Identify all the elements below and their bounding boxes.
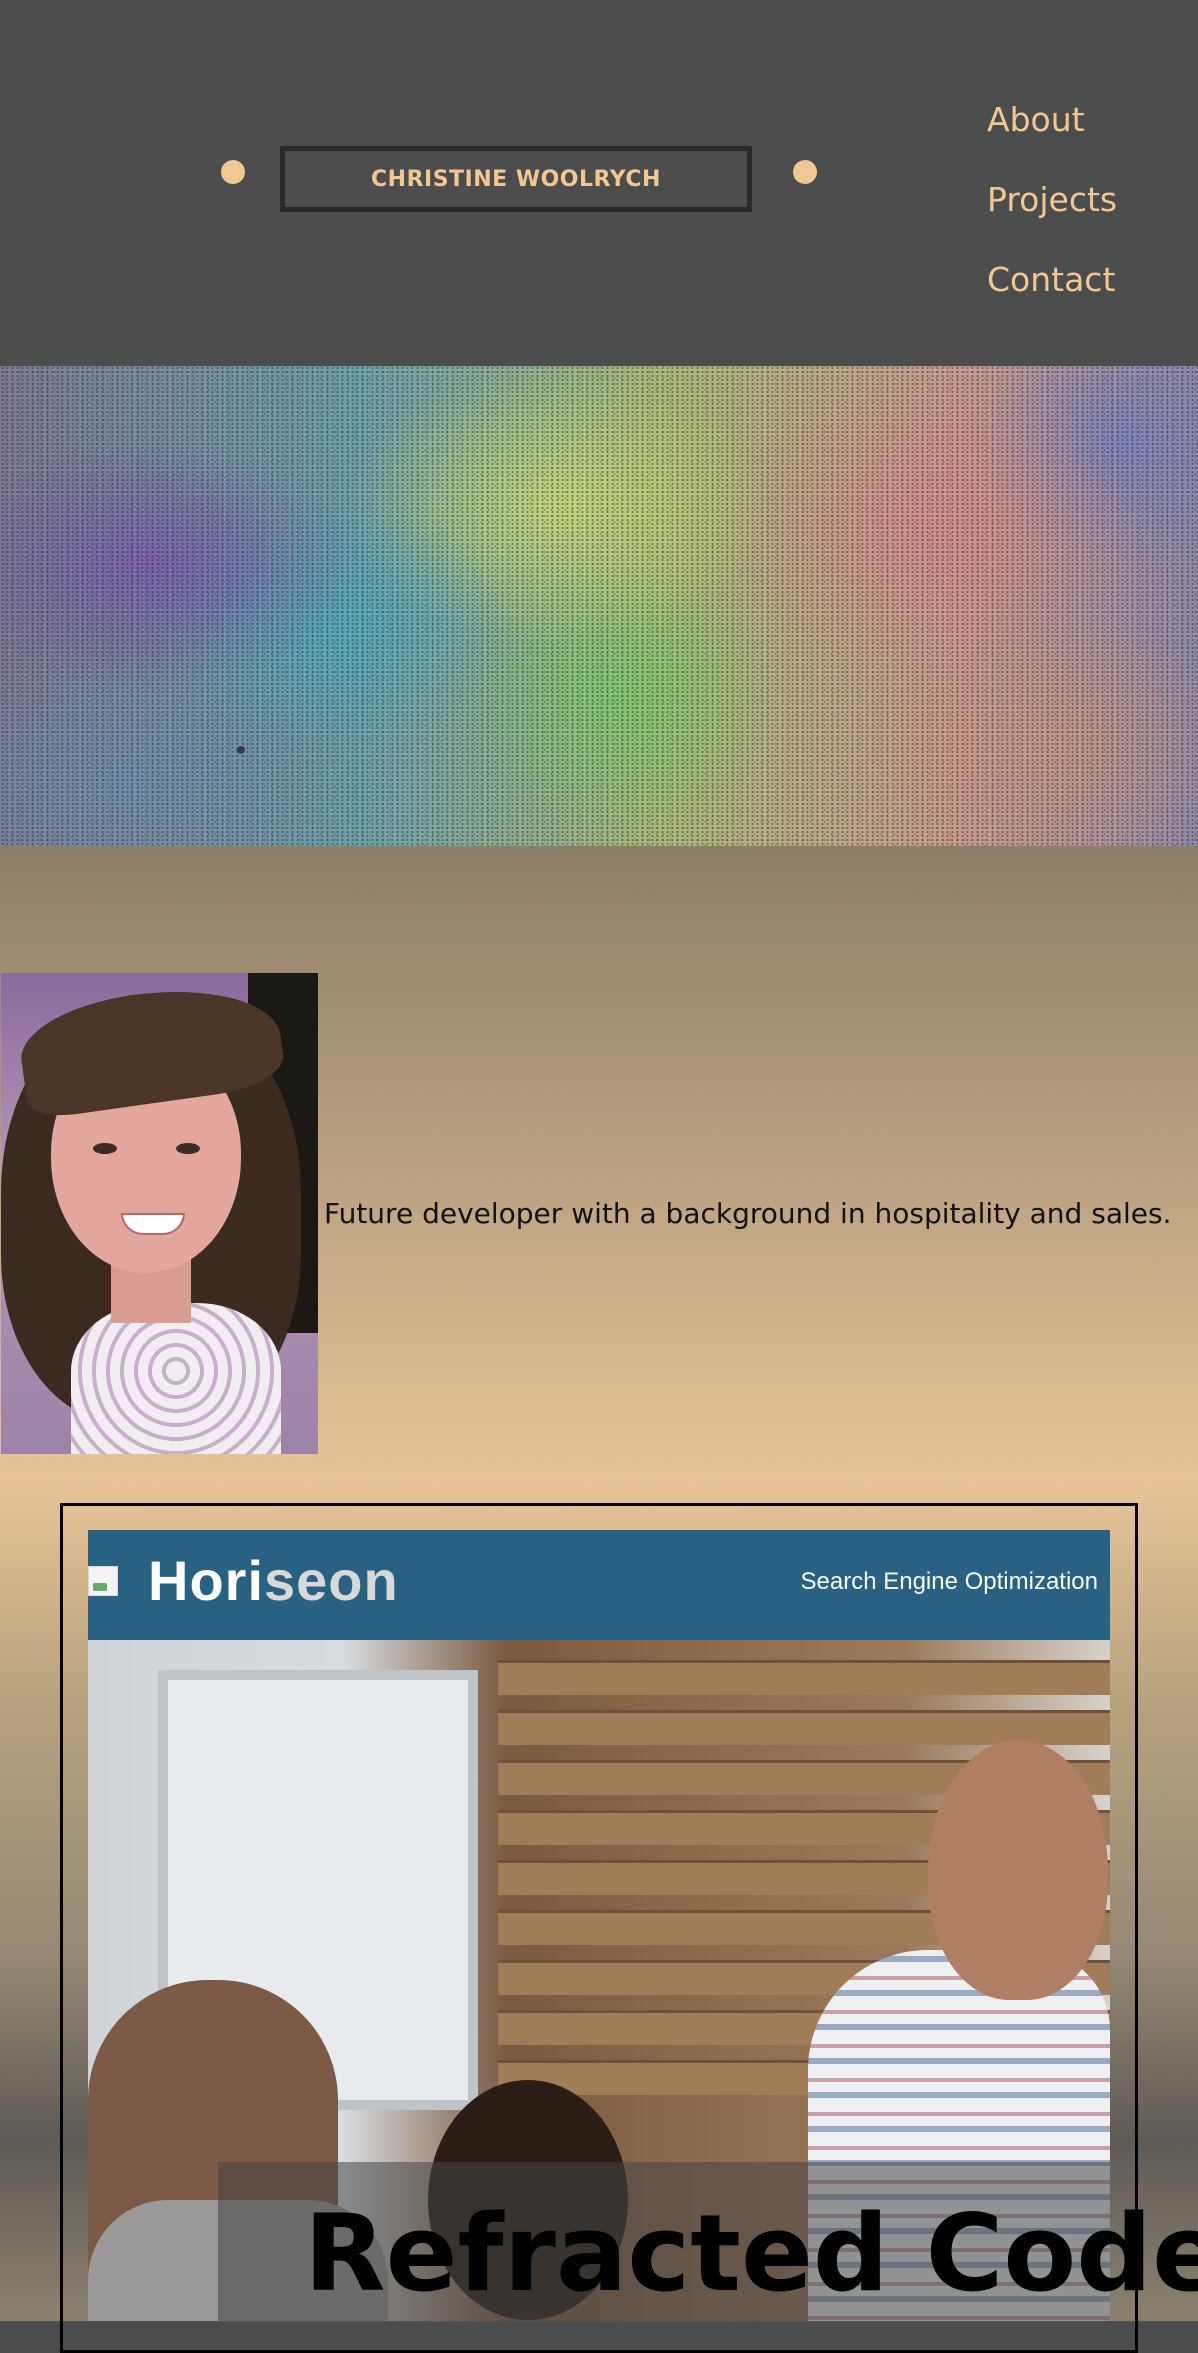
profile-photo (1, 973, 318, 1454)
nav-link-about[interactable]: About (987, 80, 1117, 160)
screenshot-header: Horiseon Search Engine Optimization (88, 1530, 1110, 1640)
decorative-dot-left (221, 160, 245, 184)
main-nav: About Projects Contact (987, 80, 1117, 320)
about-section: Future developer with a background in ho… (0, 973, 1198, 1455)
hero-banner-image (0, 366, 1198, 846)
nav-link-projects[interactable]: Projects (987, 160, 1117, 240)
site-brand[interactable]: CHRISTINE WOOLRYCH (280, 146, 752, 212)
project-title[interactable]: Refracted Code (304, 2186, 1198, 2321)
hero-texture (0, 366, 1198, 846)
decorative-dot-right (793, 160, 817, 184)
hero-speck (237, 746, 245, 754)
brand-name: CHRISTINE WOOLRYCH (371, 166, 661, 192)
screenshot-tagline: Search Engine Optimization (800, 1568, 1099, 1595)
broken-image-icon (88, 1566, 118, 1596)
bio-text: Future developer with a background in ho… (324, 1197, 1172, 1230)
screenshot-logo: Horiseon (148, 1549, 399, 1612)
site-header: CHRISTINE WOOLRYCH About Projects Contac… (0, 0, 1198, 366)
nav-link-contact[interactable]: Contact (987, 240, 1117, 320)
